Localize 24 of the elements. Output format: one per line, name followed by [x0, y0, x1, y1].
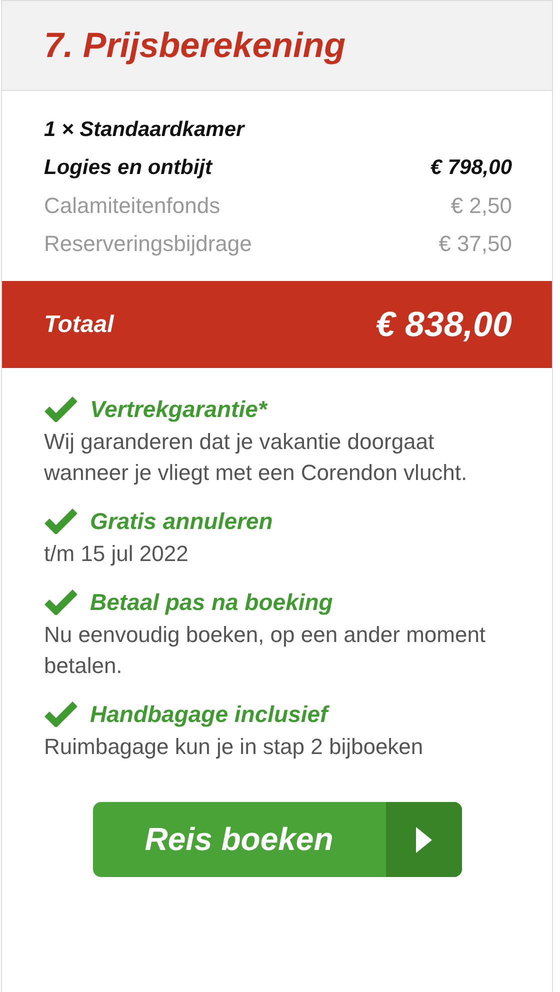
feature-title: Betaal pas na boeking [90, 588, 333, 616]
room-label: 1 × Standaardkamer [44, 118, 244, 142]
price-label: Reserveringsbijdrage [44, 231, 252, 257]
price-amount: € 2,50 [450, 193, 512, 219]
price-amount: € 37,50 [438, 231, 512, 257]
feature-title: Vertrekgarantie* [90, 396, 267, 422]
feature-description: Ruimbagage kun je in stap 2 bijboeken [44, 733, 424, 761]
checkmark-icon [44, 396, 78, 422]
price-amount: € 798,00 [430, 156, 512, 180]
feature-description: t/m 15 jul 2022 [44, 540, 190, 568]
feature-title: Handbagage inclusief [90, 700, 328, 728]
checkmark-icon [44, 701, 78, 727]
feature-description: Nu eenvoudig boeken, op een ander moment betalen. [44, 621, 487, 680]
checkmark-icon [44, 508, 78, 534]
feature-title: Gratis annuleren [90, 508, 273, 534]
feature-description: Wij garanderen dat je vakantie doorgaat wanneer je vliegt met een Corendon vlucht. [44, 428, 468, 487]
section-title: 7. Prijsberekening [44, 26, 346, 66]
book-trip-button[interactable]: Reis boeken [92, 802, 462, 877]
play-arrow-icon [414, 824, 434, 854]
price-label: Logies en ontbijt [44, 156, 212, 180]
total-label: Totaal [44, 310, 114, 338]
total-amount: € 838,00 [376, 304, 512, 344]
checkmark-icon [44, 589, 78, 615]
price-label: Calamiteitenfonds [44, 193, 220, 219]
